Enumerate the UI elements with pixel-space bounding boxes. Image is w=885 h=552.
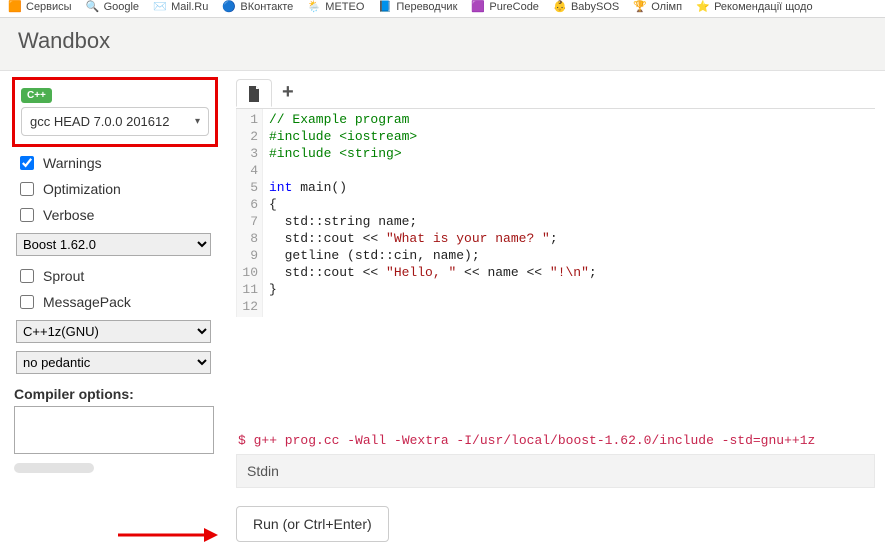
bookmark-item[interactable]: 🌦️METEO	[307, 0, 364, 14]
sprout-label: Sprout	[43, 268, 84, 284]
compiler-options-input[interactable]	[14, 406, 214, 454]
sprout-checkbox[interactable]	[20, 269, 34, 283]
bookmark-icon: 📘	[378, 0, 392, 14]
compiler-options-label: Compiler options:	[14, 386, 218, 402]
pedantic-select[interactable]: no pedantic	[16, 351, 211, 374]
file-icon	[247, 86, 261, 102]
run-button[interactable]: Run (or Ctrl+Enter)	[236, 506, 389, 542]
bookmark-item[interactable]: 👶BabySOS	[553, 0, 619, 14]
messagepack-label: MessagePack	[43, 294, 131, 310]
messagepack-checkbox[interactable]	[20, 295, 34, 309]
sprout-option[interactable]: Sprout	[16, 266, 218, 286]
run-button-label: Run (or Ctrl+Enter)	[253, 516, 372, 532]
main-panel: + 1 2 3 4 5 6 7 8 9 10 11 12 // Example …	[230, 77, 885, 552]
plus-icon: +	[282, 81, 294, 103]
bookmark-item[interactable]: 🟪PureCode	[471, 0, 539, 14]
bookmark-item[interactable]: 🔍Google	[86, 0, 139, 14]
bookmark-item[interactable]: 🟧Сервисы	[8, 0, 72, 14]
messagepack-option[interactable]: MessagePack	[16, 292, 218, 312]
bookmark-icon: 🔵	[222, 0, 236, 14]
bookmark-item[interactable]: ✉️Mail.Ru	[153, 0, 208, 14]
line-gutter: 1 2 3 4 5 6 7 8 9 10 11 12	[237, 109, 263, 317]
bookmark-icon: 🔍	[86, 0, 100, 14]
file-tab-bar: +	[236, 77, 875, 109]
bookmark-icon: ✉️	[153, 0, 167, 14]
caret-down-icon: ▾	[195, 116, 200, 127]
language-badge[interactable]: C++	[21, 88, 52, 103]
add-tab-button[interactable]: +	[272, 77, 304, 108]
compiler-select-label: gcc HEAD 7.0.0 201612	[30, 114, 169, 129]
arrow-annotation-icon	[118, 523, 218, 547]
stdin-panel[interactable]: Stdin	[236, 454, 875, 488]
compiler-highlight-box: C++ gcc HEAD 7.0.0 201612 ▾	[12, 77, 218, 147]
warnings-checkbox[interactable]	[20, 156, 34, 170]
editor-empty-space[interactable]	[236, 317, 875, 427]
page-title-text: Wandbox	[18, 28, 110, 53]
warnings-label: Warnings	[43, 155, 102, 171]
bookmark-icon: 🟪	[471, 0, 485, 14]
bookmark-item[interactable]: 🔵ВКонтакте	[222, 0, 293, 14]
browser-bookmarks-bar: 🟧Сервисы 🔍Google ✉️Mail.Ru 🔵ВКонтакте 🌦️…	[0, 0, 885, 18]
page-title: Wandbox	[0, 18, 885, 71]
code-content[interactable]: // Example program #include <iostream> #…	[263, 109, 597, 317]
bookmark-item[interactable]: 🏆Олімп	[633, 0, 682, 14]
bookmark-icon: 🟧	[8, 0, 22, 14]
warnings-option[interactable]: Warnings	[16, 153, 218, 173]
bookmark-item[interactable]: ⭐Рекомендації щодо	[696, 0, 813, 14]
bookmark-icon: ⭐	[696, 0, 710, 14]
verbose-option[interactable]: Verbose	[16, 205, 218, 225]
code-editor[interactable]: 1 2 3 4 5 6 7 8 9 10 11 12 // Example pr…	[236, 109, 875, 317]
std-select[interactable]: C++1z(GNU)	[16, 320, 211, 343]
optimization-label: Optimization	[43, 181, 121, 197]
optimization-checkbox[interactable]	[20, 182, 34, 196]
bookmark-item[interactable]: 📘Переводчик	[378, 0, 457, 14]
verbose-label: Verbose	[43, 207, 94, 223]
verbose-checkbox[interactable]	[20, 208, 34, 222]
file-tab[interactable]	[236, 79, 272, 107]
optimization-option[interactable]: Optimization	[16, 179, 218, 199]
compile-command: $ g++ prog.cc -Wall -Wextra -I/usr/local…	[236, 427, 875, 454]
compiler-select[interactable]: gcc HEAD 7.0.0 201612 ▾	[21, 107, 209, 136]
bookmark-icon: 🌦️	[307, 0, 321, 14]
bookmark-icon: 👶	[553, 0, 567, 14]
sidebar: C++ gcc HEAD 7.0.0 201612 ▾ Warnings Opt…	[0, 77, 230, 552]
bookmark-icon: 🏆	[633, 0, 647, 14]
horizontal-scrollbar[interactable]	[14, 463, 94, 473]
stdin-label: Stdin	[247, 463, 279, 479]
boost-select[interactable]: Boost 1.62.0	[16, 233, 211, 256]
